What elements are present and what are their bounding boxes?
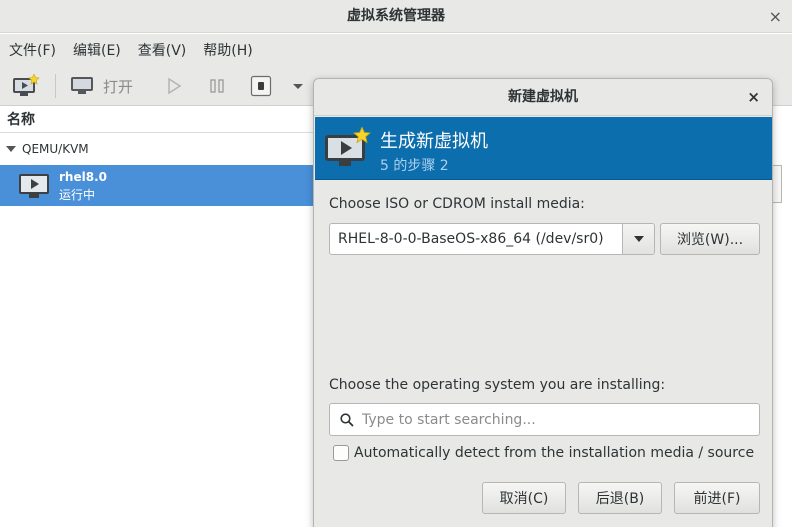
menu-edit[interactable]: 编辑(E) (73, 40, 121, 60)
install-media-label: Choose ISO or CDROM install media: (329, 196, 585, 212)
vm-name: rhel8.0 (59, 169, 107, 184)
run-button[interactable] (166, 73, 182, 99)
vm-status: 运行中 (59, 187, 96, 202)
dialog-close-button[interactable]: × (747, 79, 760, 116)
vm-text: rhel8.0 运行中 (59, 168, 107, 204)
new-vm-button[interactable] (12, 73, 40, 99)
forward-button[interactable]: 前进(F) (674, 482, 760, 514)
connection-group-row[interactable]: QEMU/KVM (0, 134, 320, 164)
shutdown-dropdown-button[interactable] (292, 73, 304, 99)
install-media-value[interactable]: RHEL-8-0-0-BaseOS-x86_64 (/dev/sr0) (330, 231, 622, 247)
open-label: 打开 (103, 77, 134, 96)
toolbar-separator (55, 74, 56, 98)
menu-help[interactable]: 帮助(H) (203, 40, 252, 60)
browse-button[interactable]: 浏览(W)... (660, 223, 760, 255)
os-label: Choose the operating system you are inst… (329, 377, 666, 393)
os-search-input[interactable] (362, 411, 742, 428)
expander-icon[interactable] (6, 146, 16, 152)
dialog-title: 新建虚拟机 (314, 79, 772, 116)
chevron-down-icon (633, 236, 644, 242)
auto-detect-row[interactable]: Automatically detect from the installati… (333, 445, 754, 461)
new-vm-dialog: 新建虚拟机 × 生成新虚拟机 5 的步骤 2 Choose ISO or CDR… (313, 78, 773, 527)
stop-icon (250, 75, 272, 97)
shutdown-button[interactable] (250, 73, 272, 99)
auto-detect-label[interactable]: Automatically detect from the installati… (354, 445, 754, 461)
menubar: 文件(F) 编辑(E) 查看(V) 帮助(H) (0, 34, 792, 66)
connection-name: QEMU/KVM (22, 142, 89, 156)
vm-icon (19, 173, 49, 198)
wizard-title: 生成新虚拟机 (380, 131, 488, 152)
install-media-combobox[interactable]: RHEL-8-0-0-BaseOS-x86_64 (/dev/sr0) (329, 223, 655, 255)
pause-icon (210, 79, 224, 93)
combobox-dropdown-button[interactable] (622, 224, 654, 254)
monitor-icon (71, 77, 93, 94)
dropdown-icon (293, 84, 303, 89)
wizard-step: 5 的步骤 2 (380, 158, 449, 174)
cancel-button[interactable]: 取消(C) (482, 482, 566, 514)
back-button[interactable]: 后退(B) (578, 482, 662, 514)
os-search-field[interactable] (329, 403, 760, 436)
window-close-button[interactable]: × (769, 0, 782, 33)
search-icon (340, 412, 354, 427)
column-header-name[interactable]: 名称 (0, 107, 320, 133)
wizard-banner: 生成新虚拟机 5 的步骤 2 (315, 117, 772, 180)
new-vm-icon (325, 127, 371, 166)
pause-button[interactable] (209, 73, 225, 99)
window-title: 虚拟系统管理器 (0, 0, 792, 33)
open-button[interactable]: 打开 (70, 73, 133, 99)
vm-list-row[interactable]: rhel8.0 运行中 (0, 165, 320, 206)
play-icon (168, 77, 182, 95)
auto-detect-checkbox[interactable] (333, 445, 349, 461)
menu-view[interactable]: 查看(V) (138, 40, 187, 60)
new-vm-icon (13, 74, 40, 96)
menu-file[interactable]: 文件(F) (9, 40, 56, 60)
